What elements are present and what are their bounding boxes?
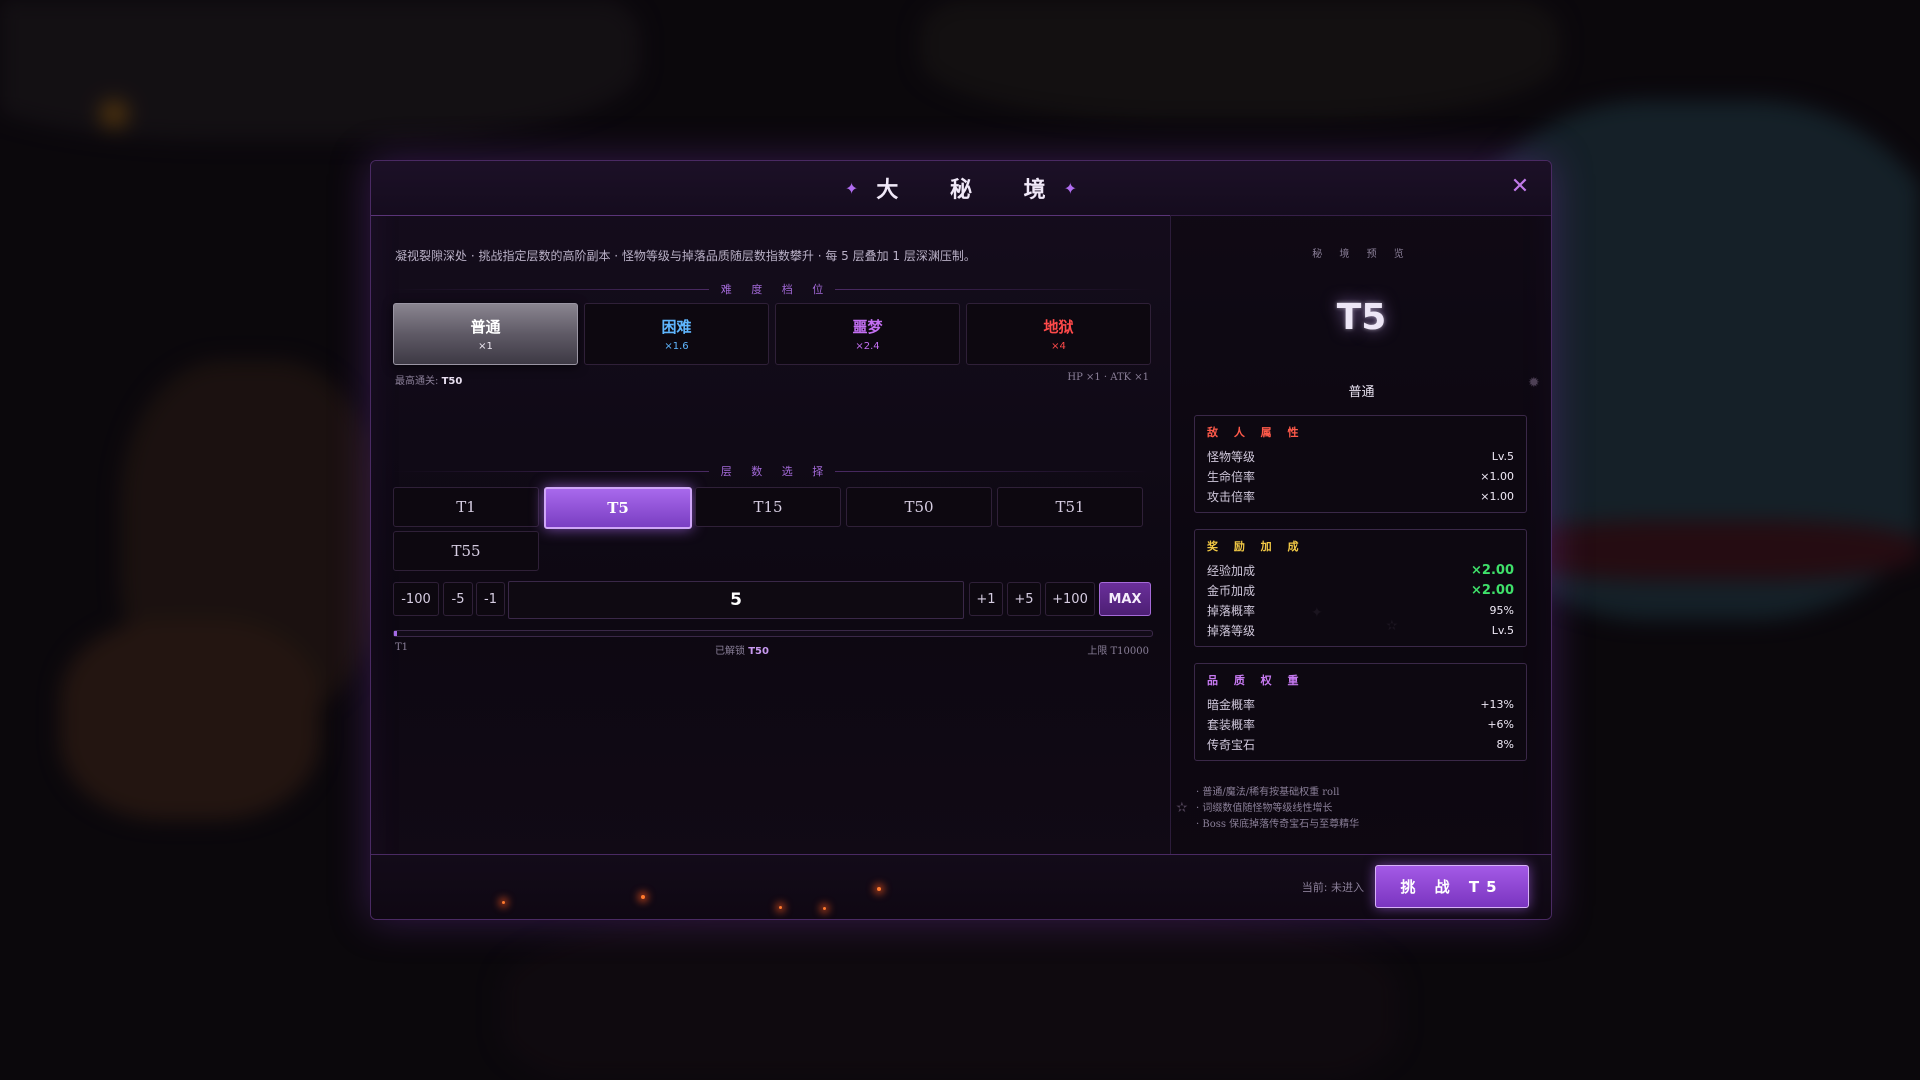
stat-value: ×1.00 (1480, 489, 1514, 503)
floor-stepper: -100 -5 -1 5 +1 +5 +100 MAX (393, 581, 1151, 619)
stat-value: +6% (1487, 717, 1514, 731)
stat-value: ×2.00 (1471, 582, 1514, 598)
minus-5-button[interactable]: -5 (443, 582, 473, 616)
left-panel: 凝视裂隙深处 · 挑战指定层数的高阶副本 · 怪物等级与掉落品质随层数指数攀升 … (393, 215, 1153, 855)
floor-button-t1[interactable]: T1 (393, 487, 539, 527)
preview-label: 秘 境 预 览 (1312, 249, 1411, 260)
quality-section-title: 品 质 权 重 (1207, 674, 1305, 687)
progress-max-label: 上限 T10000 (1087, 646, 1149, 657)
modal-title: 大 秘 境 (876, 178, 1068, 203)
preview-difficulty: 普通 (1348, 385, 1375, 400)
difficulty-multiplier: ×1.6 (664, 341, 689, 352)
preview-notes: · 普通/魔法/稀有按基础权重 roll · 词缀数值随怪物等级线性增长 · Bos… (1196, 785, 1359, 833)
difficulty-normal-button[interactable]: 普通 ×1 (393, 303, 578, 365)
stat-row: 掉落等级 Lv.5 (1207, 620, 1514, 640)
minus-100-button[interactable]: -100 (393, 582, 439, 616)
stat-value: +13% (1480, 697, 1514, 711)
difficulty-name: 普通 (470, 318, 501, 336)
current-status: 当前: 未进入 (1301, 881, 1364, 894)
stat-value: ×2.00 (1471, 562, 1514, 578)
progress-unlocked-label: 已解锁 T50 (715, 646, 769, 657)
floor-button-t5[interactable]: T5 (544, 487, 692, 529)
difficulty-multiplier: ×2.4 (855, 341, 880, 352)
close-icon[interactable]: ✕ (1507, 174, 1533, 200)
floor-progress-fill (394, 631, 398, 636)
stat-label: 经验加成 (1207, 563, 1256, 578)
floor-button-t50[interactable]: T50 (846, 487, 992, 527)
plus-1-button[interactable]: +1 (969, 582, 1003, 616)
modal-header: ✦ 大 秘 境 ✦ ✕ (371, 161, 1551, 216)
difficulty-name: 困难 (661, 318, 692, 336)
sparkle-icon: ✦ (844, 178, 859, 198)
stat-row: 攻击倍率 ×1.00 (1207, 486, 1514, 506)
difficulty-selector: 普通 ×1 困难 ×1.6 噩梦 ×2.4 地狱 ×4 (393, 303, 1151, 365)
stat-value: Lv.5 (1491, 449, 1514, 463)
difficulty-multiplier: ×4 (1051, 341, 1066, 352)
stat-row: 怪物等级 Lv.5 (1207, 446, 1514, 466)
note-line: · 词缀数值随怪物等级线性增长 (1196, 803, 1333, 814)
stat-label: 生命倍率 (1207, 469, 1256, 484)
floor-button-t55[interactable]: T55 (393, 531, 539, 571)
stat-row: 传奇宝石 8% (1207, 734, 1514, 754)
preview-panel: ✹ ✦ ✫ ✫ 秘 境 预 览 T5 普通 敌 人 属 性怪物等级Lv.5生命倍… (1170, 215, 1551, 855)
stat-label: 暗金概率 (1207, 697, 1256, 712)
plus-100-button[interactable]: +100 (1045, 582, 1095, 616)
reward-stats-box: 奖 励 加 成经验加成 ×2.00 金币加成 ×2.00 掉落概率 95% 掉落等级 Lv.5 (1194, 529, 1527, 647)
difficulty-section-label: 难 度 档 位 (720, 283, 832, 296)
max-button[interactable]: MAX (1099, 582, 1151, 616)
quality-stats-box: 品 质 权 重暗金概率 +13% 套装概率 +6% 传奇宝石 8% (1194, 663, 1527, 761)
enemy-section-title: 敌 人 属 性 (1207, 426, 1305, 439)
enemy-stats-box: 敌 人 属 性怪物等级 Lv.5 生命倍率 ×1.00 攻击倍率 ×1.00 (1194, 415, 1527, 513)
note-line: · 普通/魔法/稀有按基础权重 roll (1196, 787, 1340, 798)
difficulty-section-title: 难 度 档 位 (393, 281, 1151, 297)
plus-5-button[interactable]: +5 (1007, 582, 1041, 616)
modal-footer: 当前: 未进入 挑 战 T5 (371, 854, 1551, 919)
rift-description: 凝视裂隙深处 · 挑战指定层数的高阶副本 · 怪物等级与掉落品质随层数指数攀升 … (395, 249, 976, 263)
stat-row: 暗金概率 +13% (1207, 694, 1514, 714)
note-line: · Boss 保底掉落传奇宝石与至尊精华 (1196, 819, 1360, 830)
stat-label: 传奇宝石 (1207, 737, 1256, 752)
floor-section-title: 层 数 选 择 (393, 463, 1151, 479)
difficulty-name: 噩梦 (852, 318, 883, 336)
difficulty-hard-button[interactable]: 困难 ×1.6 (584, 303, 769, 365)
stat-label: 掉落等级 (1207, 623, 1256, 638)
stat-value: Lv.5 (1491, 623, 1514, 637)
greater-rift-modal: ✦ 大 秘 境 ✦ ✕ 凝视裂隙深处 · 挑战指定层数的高阶副本 · 怪物等级与… (370, 160, 1552, 920)
floor-progress-track[interactable] (393, 630, 1153, 637)
difficulty-name: 地狱 (1043, 318, 1074, 336)
stat-row: 套装概率 +6% (1207, 714, 1514, 734)
progress-min-label: T1 (395, 642, 409, 653)
floor-value-input[interactable]: 5 (508, 581, 964, 619)
stat-row: 金币加成 ×2.00 (1207, 580, 1514, 600)
reward-section-title: 奖 励 加 成 (1207, 540, 1305, 553)
sparkle-icon: ✦ (1063, 178, 1078, 198)
difficulty-nightmare-button[interactable]: 噩梦 ×2.4 (775, 303, 960, 365)
stat-row: 生命倍率 ×1.00 (1207, 466, 1514, 486)
difficulty-multiplier: ×1 (478, 341, 493, 352)
stat-value: 95% (1489, 603, 1514, 617)
floor-button-t51[interactable]: T51 (997, 487, 1143, 527)
stat-label: 金币加成 (1207, 583, 1256, 598)
stat-row: 经验加成 ×2.00 (1207, 560, 1514, 580)
stat-label: 掉落概率 (1207, 603, 1256, 618)
stat-label: 套装概率 (1207, 717, 1256, 732)
stat-label: 怪物等级 (1207, 449, 1256, 464)
preview-floor: T5 (1336, 297, 1387, 338)
stat-label: 攻击倍率 (1207, 489, 1256, 504)
minus-1-button[interactable]: -1 (476, 582, 505, 616)
stat-value: 8% (1496, 737, 1514, 751)
challenge-button[interactable]: 挑 战 T5 (1375, 865, 1529, 908)
scaling-text: HP ×1 · ATK ×1 (1067, 372, 1149, 383)
stat-row: 掉落概率 95% (1207, 600, 1514, 620)
stat-value: ×1.00 (1480, 469, 1514, 483)
floor-section-label: 层 数 选 择 (720, 465, 832, 478)
best-clear: 最高通关: T50 (395, 376, 463, 387)
difficulty-hell-button[interactable]: 地狱 ×4 (966, 303, 1151, 365)
floor-button-t15[interactable]: T15 (695, 487, 841, 527)
